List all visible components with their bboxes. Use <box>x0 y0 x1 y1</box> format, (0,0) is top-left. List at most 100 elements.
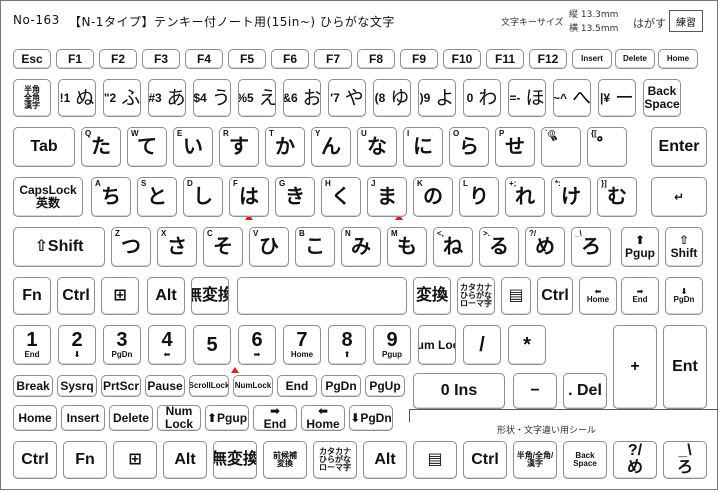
key-insert[interactable]: Insert <box>572 49 612 69</box>
key-bottom-3[interactable]: Cそ <box>203 227 243 267</box>
key-space-8[interactable]: ▤ <box>501 277 531 315</box>
key-extra-10[interactable]: 半角/全角/漢字 <box>513 441 557 479</box>
key-top-5[interactable]: Tか <box>265 127 305 167</box>
key-extra-7[interactable]: Alt <box>363 441 407 479</box>
key-esc[interactable]: Esc <box>13 49 51 69</box>
key-f10[interactable]: F10 <box>443 49 481 69</box>
key-nav-6[interactable]: ⬅ Home <box>301 405 345 431</box>
key-nav-7[interactable]: ⬇PgDn <box>349 405 393 431</box>
key-pad-del[interactable]: . Del <box>563 373 607 409</box>
key-home-12[interactable]: }] む <box>597 177 637 217</box>
key-f11[interactable]: F11 <box>486 49 524 69</box>
key-extra-2[interactable]: ⊞ <box>113 441 157 479</box>
key-bottom-6[interactable]: Nみ <box>341 227 381 267</box>
key-num-7[interactable]: '7 や <box>328 79 366 117</box>
key-f4[interactable]: F4 <box>185 49 223 69</box>
key-bottom-10[interactable]: ?/め <box>525 227 565 267</box>
key-home-4[interactable]: Fは <box>229 177 269 217</box>
key-f7[interactable]: F7 <box>314 49 352 69</box>
key-pad-1[interactable]: 2 ⬇ <box>58 325 96 365</box>
key-delete[interactable]: Delete <box>615 49 655 69</box>
key-f3[interactable]: F3 <box>142 49 180 69</box>
key-space-12[interactable]: ⬇ PgDn <box>665 277 703 315</box>
key-num-3[interactable]: #3 あ <box>148 79 186 117</box>
key-space-1[interactable]: Ctrl <box>57 277 95 315</box>
key-nav-3[interactable]: Num Lock <box>157 405 201 431</box>
key-bottom-4[interactable]: Vひ <box>249 227 289 267</box>
key-top-7[interactable]: Uな <box>357 127 397 167</box>
key-pad-4[interactable]: 5 <box>193 325 231 365</box>
key-num-13[interactable]: |¥ ー <box>598 79 636 117</box>
key-bottom-5[interactable]: Bこ <box>295 227 335 267</box>
key-space-4[interactable]: 無変換 <box>191 277 229 315</box>
key-pad-8[interactable]: 9 Pgup <box>373 325 411 365</box>
key-space-0[interactable]: Fn <box>13 277 51 315</box>
key-num-5[interactable]: %5 え <box>238 79 276 117</box>
key-home-11[interactable]: *: け <box>551 177 591 217</box>
key-home-7[interactable]: Jま <box>367 177 407 217</box>
key-num-9[interactable]: )9 よ <box>418 79 456 117</box>
key-extra-6[interactable]: カタカナ ひらがな ローマ字 <box>313 441 357 479</box>
key-top-13[interactable]: Enter <box>651 127 707 167</box>
key-extra-3[interactable]: Alt <box>163 441 207 479</box>
key-space-7[interactable]: カタカナ ひらがな ローマ字 <box>457 277 495 315</box>
key-util-break[interactable]: Break <box>13 375 53 397</box>
key-util-pause[interactable]: Pause <box>145 375 185 397</box>
key-extra-8[interactable]: ▤ <box>413 441 457 479</box>
key-num-10[interactable]: 0わ <box>463 79 501 117</box>
key-pad-7[interactable]: 8 ⬆ <box>328 325 366 365</box>
key-home-3[interactable]: Dし <box>183 177 223 217</box>
key-extra-9[interactable]: Ctrl <box>463 441 507 479</box>
practice-button[interactable]: 練習 <box>669 10 703 32</box>
key-pad-2[interactable]: 3 PgDn <box>103 325 141 365</box>
key-extra-13[interactable]: _\ ろ <box>663 441 707 479</box>
key-top-11[interactable]: `@ ゛ <box>541 127 581 167</box>
key-bottom-11[interactable]: _\ ろ <box>571 227 611 267</box>
key-extra-12[interactable]: ?/め <box>613 441 657 479</box>
key-home-1[interactable]: Aち <box>91 177 131 217</box>
key-pad-plus[interactable]: + <box>613 325 657 409</box>
key-nav-5[interactable]: ➡ End <box>253 405 297 431</box>
key-f2[interactable]: F2 <box>99 49 137 69</box>
key-space-9[interactable]: Ctrl <box>537 277 573 315</box>
key-bottom-13[interactable]: ⇧ Shift <box>665 227 703 267</box>
key-bottom-12[interactable]: ⬆ Pgup <box>621 227 659 267</box>
key-space-11[interactable]: ➡ End <box>621 277 659 315</box>
key-num-0[interactable]: 半角 全角 漢字 <box>13 79 51 117</box>
key-space-6[interactable]: 変換 <box>413 277 451 315</box>
key-top-0[interactable]: Tab <box>13 127 75 167</box>
key-space-10[interactable]: ⬅ Home <box>579 277 617 315</box>
key-pad-minus[interactable]: − <box>513 373 557 409</box>
key-bottom-0[interactable]: ⇧Shift <box>13 227 105 267</box>
key-home[interactable]: Home <box>658 49 698 69</box>
key-home-6[interactable]: Hく <box>321 177 361 217</box>
key-num-4[interactable]: $4 う <box>193 79 231 117</box>
key-util-sysrq[interactable]: Sysrq <box>57 375 97 397</box>
key-top-1[interactable]: Qた <box>81 127 121 167</box>
key-util-numlock[interactable]: NumLock <box>233 375 273 397</box>
key-nav-0[interactable]: Home <box>13 405 57 431</box>
key-extra-0[interactable]: Ctrl <box>13 441 57 479</box>
key-home-9[interactable]: Lり <box>459 177 499 217</box>
key-home-13[interactable]: ↵ <box>651 177 707 217</box>
key-pad-3[interactable]: 4 ⬅ <box>148 325 186 365</box>
key-top-2[interactable]: Wて <box>127 127 167 167</box>
key-home-8[interactable]: Kの <box>413 177 453 217</box>
key-space-3[interactable]: Alt <box>147 277 185 315</box>
key-pad-5[interactable]: 6 ➡ <box>238 325 276 365</box>
key-pad-0[interactable]: 1 End <box>13 325 51 365</box>
key-util-scrolllock[interactable]: ScrollLock <box>189 375 229 397</box>
key-home-0[interactable]: CapsLock 英数 <box>13 177 83 217</box>
key-top-8[interactable]: Iに <box>403 127 443 167</box>
key-bottom-9[interactable]: >. る <box>479 227 519 267</box>
key-extra-5[interactable]: 前候補 変換 <box>263 441 307 479</box>
key-bottom-7[interactable]: Mも <box>387 227 427 267</box>
key-top-10[interactable]: Pせ <box>495 127 535 167</box>
key-pad-6[interactable]: 7 Home <box>283 325 321 365</box>
key-num-6[interactable]: &6 お <box>283 79 321 117</box>
key-nav-1[interactable]: Insert <box>61 405 105 431</box>
key-extra-11[interactable]: Back Space <box>563 441 607 479</box>
key-bottom-8[interactable]: <, ね <box>433 227 473 267</box>
key-nav-4[interactable]: ⬆Pgup <box>205 405 249 431</box>
key-extra-4[interactable]: 無変換 <box>213 441 257 479</box>
